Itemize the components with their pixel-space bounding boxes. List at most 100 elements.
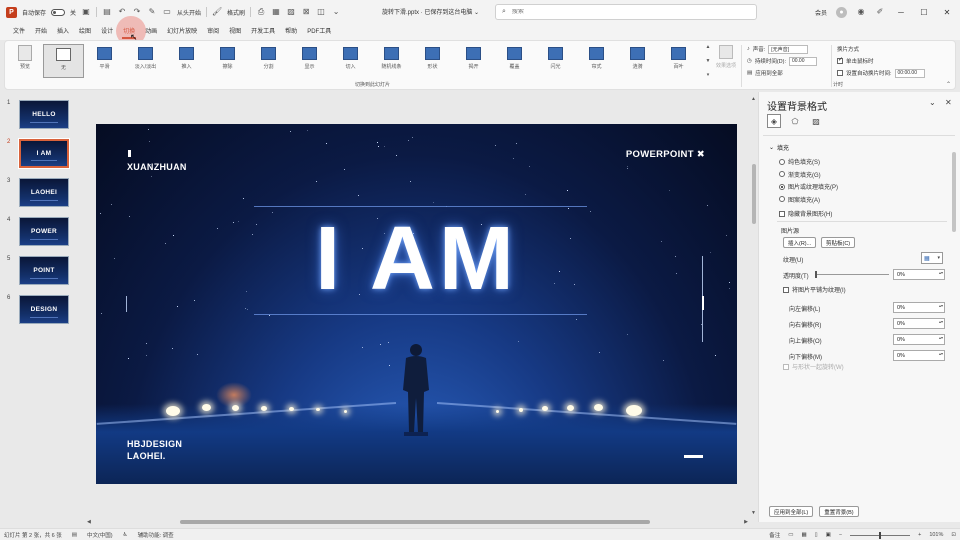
reading-view-icon[interactable]: ▯ [815,532,818,538]
sound-select[interactable]: [无声音] [768,44,809,54]
transition-option[interactable]: 覆盖 [494,44,535,78]
table-icon[interactable]: ▦ [271,7,281,17]
tab-6[interactable]: 动画 [140,24,162,40]
apply-all-button[interactable]: 应用到全部 [755,69,783,77]
transition-option[interactable]: 显示 [289,44,330,78]
fit-slide-icon[interactable]: ⊡ [951,532,956,538]
slide-bottom-left-text-2[interactable]: LAOHEI. [127,451,166,461]
slideshow-icon[interactable]: ▭ [162,7,172,17]
pentagon-effects-icon[interactable]: ⬠ [788,114,802,128]
rotate-with-shape-checkbox[interactable] [783,363,789,370]
tab-2[interactable]: 插入 [52,24,74,40]
tile-texture-option[interactable]: 将图片平铺为纹理(I) [783,285,846,294]
format-painter-icon[interactable]: 🖌 [212,7,222,17]
slide-thumbnail[interactable]: POWER [19,217,69,246]
slide-thumbnail[interactable]: I AM [18,138,70,169]
fill-bucket-icon[interactable]: ◈ [767,114,781,128]
slide-sorter-icon[interactable]: ▦ [801,532,806,538]
gallery-expand-icon[interactable]: ▾ [707,72,710,78]
hide-background-checkbox[interactable] [779,210,785,217]
slide-thumbnail[interactable]: LAOHEI [19,178,69,207]
apply-to-all-button[interactable]: 应用到全部(L) [769,506,814,517]
transition-option[interactable]: 涟漪 [617,44,658,78]
tile-texture-checkbox[interactable] [783,286,789,293]
chevron-up-icon[interactable]: ▲ [706,44,711,50]
lightbulb-icon[interactable]: ◉ [856,7,866,17]
tab-12[interactable]: PDF工具 [302,24,336,40]
slide-title[interactable]: I AM [96,208,737,311]
notes-button[interactable]: 备注 [769,531,780,539]
tab-10[interactable]: 开发工具 [246,24,280,40]
reset-background-button[interactable]: 重置背景(B) [819,506,859,517]
pane-options-icon[interactable]: ⌄ [929,98,936,107]
slide-thumbnail[interactable]: DESIGN [19,295,69,324]
tab-11[interactable]: 帮助 [280,24,302,40]
autosave-toggle[interactable] [51,8,66,16]
spellcheck-icon[interactable]: ▤ [72,532,77,538]
transition-option[interactable]: 揭开 [453,44,494,78]
slide-thumbnail[interactable]: HELLO [19,100,69,129]
format-painter-button[interactable]: 格式刷 [227,8,245,17]
fill-option[interactable]: 纯色填充(S) [779,157,820,166]
fill-radio[interactable] [779,196,785,202]
redo-icon[interactable]: ↷ [132,7,142,17]
insert-picture-button[interactable]: 插入(R)... [783,237,817,248]
print-icon[interactable]: ⎙ [256,7,266,17]
document-title[interactable]: 旋转下滑.pptx · 已保存到这台电脑 ⌄ [382,7,479,16]
avatar[interactable]: ● [836,6,847,18]
pane-scroll-thumb[interactable] [952,152,956,232]
maximize-icon[interactable]: ☐ [917,8,931,17]
new-slide-icon[interactable]: ▤ [102,7,112,17]
transition-option[interactable]: 擦除 [207,44,248,78]
undo-icon[interactable]: ↶ [117,7,127,17]
transition-option[interactable]: 分割 [248,44,289,78]
transparency-slider[interactable] [815,271,889,278]
language-status[interactable]: 中文(中国) [87,531,113,539]
tab-8[interactable]: 审阅 [202,24,224,40]
scroll-up-icon[interactable]: ▲ [751,96,756,102]
fill-option[interactable]: 图片或纹理填充(P) [779,182,838,191]
gallery-scroll[interactable]: ▲ ▼ ▾ [704,44,712,78]
tab-7[interactable]: 幻灯片放映 [162,24,202,40]
auto-advance-input[interactable]: 00:00.00 [894,68,925,78]
slideshow-view-icon[interactable]: ▣ [826,532,831,538]
preview-button[interactable]: 预览 [11,45,39,77]
tab-9[interactable]: 视图 [224,24,246,40]
transition-option[interactable]: 随机线条 [371,44,412,78]
offset-input[interactable]: 0% [893,334,945,345]
slideshow-button[interactable]: 从头开始 [177,8,201,17]
transition-option[interactable]: 淡入/淡出 [125,44,166,78]
pane-close-icon[interactable]: ✕ [945,98,952,107]
fill-radio[interactable] [779,183,785,190]
vertical-scrollbar[interactable]: ▲ ▼ [750,96,758,516]
fill-section-header[interactable]: ⌄ 填充 [769,143,789,152]
horizontal-scrollbar[interactable]: ◀ ▶ [85,518,750,526]
fill-radio[interactable] [779,158,785,165]
slider-knob[interactable] [815,271,817,278]
chevron-down-icon[interactable]: ▼ [706,58,711,64]
vertical-scroll-thumb[interactable] [752,164,756,224]
normal-view-icon[interactable]: ▭ [788,532,793,538]
zoom-in-icon[interactable]: + [918,532,921,538]
pen-tool-icon[interactable]: ✐ [875,7,885,17]
pen-icon[interactable]: ✎ [147,7,157,17]
transition-option[interactable]: 百叶 [658,44,699,78]
image-icon[interactable]: ▨ [286,7,296,17]
transition-option[interactable]: 切入 [330,44,371,78]
horizontal-scroll-thumb[interactable] [180,520,650,524]
slide-canvas[interactable]: XUANZHUAN POWERPOINT ✖ I AM HBJDESIGN LA… [96,124,737,484]
accessibility-status[interactable]: 辅助功能: 调查 [138,531,174,539]
collapse-ribbon-icon[interactable]: ⌃ [946,81,951,88]
scroll-right-icon[interactable]: ▶ [744,519,748,525]
fill-radio[interactable] [779,171,785,177]
save-icon[interactable]: ▣ [81,7,91,17]
close-icon[interactable]: ✕ [940,8,954,17]
tab-3[interactable]: 绘图 [74,24,96,40]
accessibility-icon[interactable]: ♿ [123,532,128,538]
hide-background-option[interactable]: 隐藏背景图形(H) [779,209,832,218]
on-click-checkbox[interactable] [837,56,843,64]
transition-option[interactable]: 平滑 [84,44,125,78]
offset-input[interactable]: 0% [893,350,945,361]
slide-top-left-text[interactable]: XUANZHUAN [127,162,187,172]
transition-option[interactable]: 推入 [166,44,207,78]
